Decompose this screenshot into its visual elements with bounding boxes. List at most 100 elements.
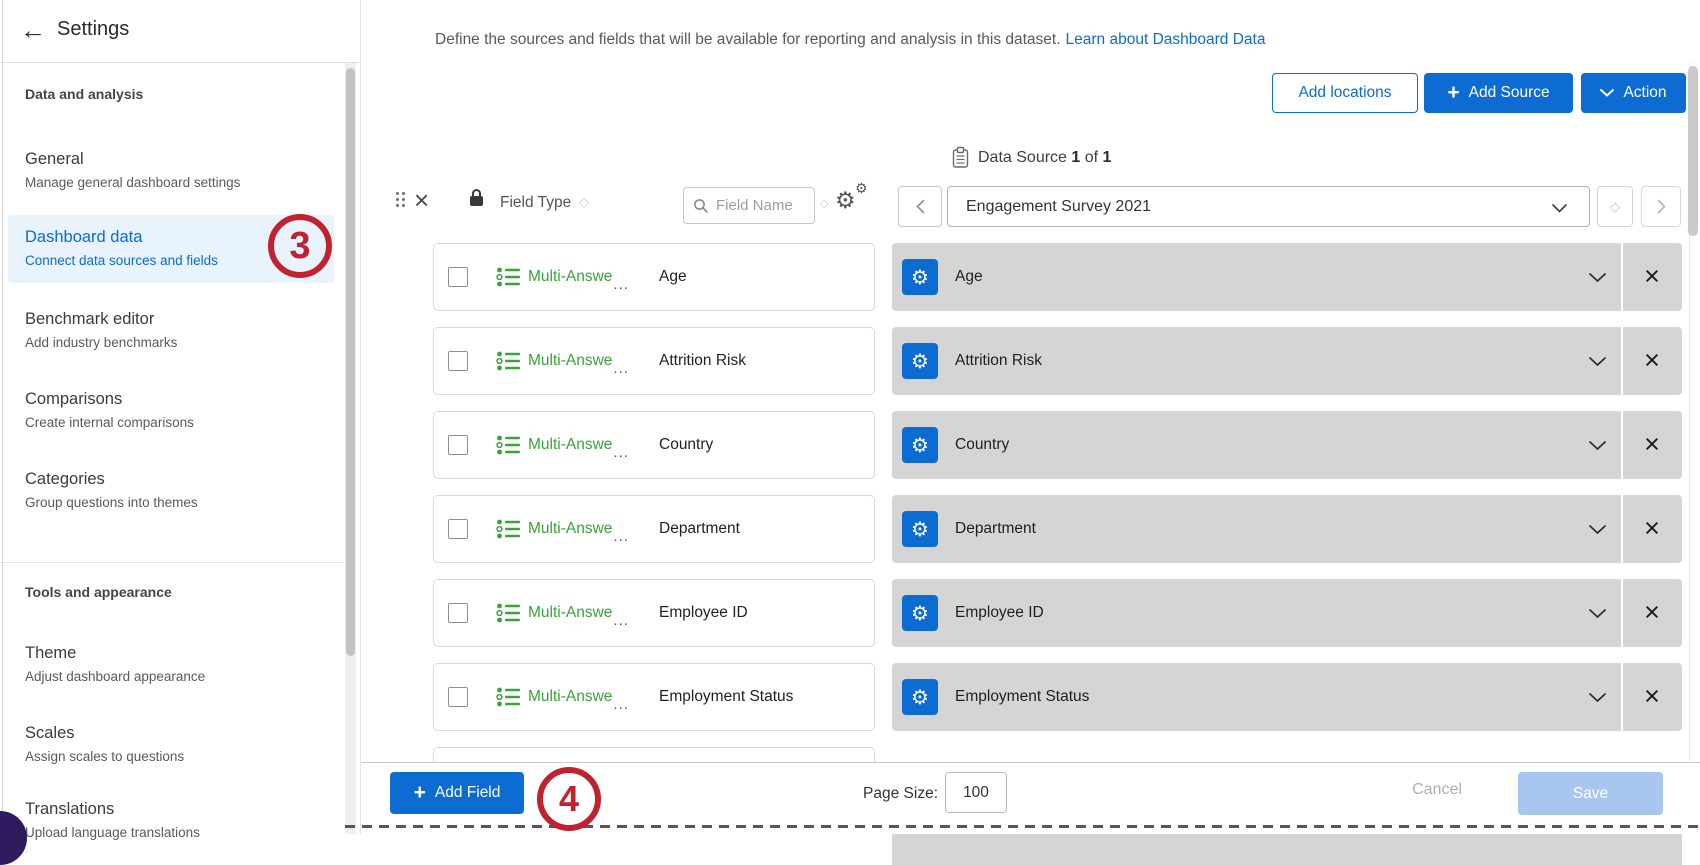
sidebar-item-translations[interactable]: Translations Upload language translation… <box>8 787 334 855</box>
bar-divider <box>1621 411 1623 479</box>
sidebar-item-categories[interactable]: Categories Group questions into themes <box>8 457 334 525</box>
multi-answer-icon <box>496 434 522 456</box>
sidebar-item-general[interactable]: General Manage general dashboard setting… <box>8 137 334 205</box>
multi-answer-icon <box>496 518 522 540</box>
add-field-label: Add Field <box>435 784 500 802</box>
field-gear-button[interactable]: ⚙ <box>902 679 938 715</box>
sort-field-name-icon[interactable]: ◇ <box>820 197 828 210</box>
field-checkbox[interactable] <box>448 435 468 455</box>
sidebar-item-label: Comparisons <box>25 390 122 409</box>
add-locations-button[interactable]: Add locations <box>1272 73 1418 113</box>
column-header-field-type[interactable]: Field Type <box>500 194 571 212</box>
field-gear-button[interactable]: ⚙ <box>902 427 938 463</box>
chevron-down-icon[interactable] <box>1589 441 1606 451</box>
field-row-card[interactable]: Multi-Answe ... Attrition Risk <box>433 327 875 395</box>
field-type-label: Multi-Answe <box>528 436 612 454</box>
field-row-card[interactable]: Multi-Answe ... Country <box>433 411 875 479</box>
previous-source-button[interactable] <box>898 186 942 227</box>
mapped-field-bar[interactable]: ⚙ Attrition Risk × <box>892 327 1682 395</box>
clear-selection-icon[interactable]: × <box>414 186 429 214</box>
remove-field-icon[interactable]: × <box>1640 345 1664 375</box>
field-row-card[interactable]: Multi-Answe ... Employment Status <box>433 663 875 731</box>
action-dropdown-button[interactable]: Action <box>1581 73 1686 113</box>
field-row-card[interactable]: Multi-Answe ... Department <box>433 495 875 563</box>
sidebar-item-label: Benchmark editor <box>25 310 154 329</box>
sidebar-item-comparisons[interactable]: Comparisons Create internal comparisons <box>8 377 334 445</box>
add-source-button[interactable]: + Add Source <box>1424 73 1573 113</box>
field-checkbox[interactable] <box>448 351 468 371</box>
remove-field-icon[interactable]: × <box>1640 261 1664 291</box>
chevron-down-icon[interactable] <box>1589 609 1606 619</box>
field-name-label: Employee ID <box>659 604 748 622</box>
sidebar-top-divider <box>0 62 360 63</box>
field-checkbox[interactable] <box>448 519 468 539</box>
save-button[interactable]: Save <box>1518 772 1663 815</box>
mapped-field-bar[interactable]: ⚙ Department × <box>892 495 1682 563</box>
learn-about-dashboard-data-link[interactable]: Learn about Dashboard Data <box>1066 31 1266 48</box>
field-gear-button[interactable]: ⚙ <box>902 511 938 547</box>
field-type-label: Multi-Answe <box>528 604 612 622</box>
sidebar-item-label: Translations <box>25 800 114 819</box>
next-source-button[interactable] <box>1641 186 1681 227</box>
sidebar-item-description: Add industry benchmarks <box>25 335 177 350</box>
clipboard-icon <box>951 146 970 169</box>
field-checkbox[interactable] <box>448 267 468 287</box>
annotation-step-4: 4 <box>537 767 601 831</box>
field-gear-button[interactable]: ⚙ <box>902 343 938 379</box>
sidebar-item-scales[interactable]: Scales Assign scales to questions <box>8 711 334 779</box>
mapped-field-bar[interactable]: ⚙ Employment Status × <box>892 663 1682 731</box>
mapped-field-bar[interactable]: ⚙ Country × <box>892 411 1682 479</box>
field-settings-gear-icon[interactable]: ⚙ <box>835 187 856 214</box>
field-type-ellipsis: ... <box>613 276 629 293</box>
annotation-step-3-number: 3 <box>289 225 310 268</box>
sidebar-item-description: Adjust dashboard appearance <box>25 669 205 684</box>
add-source-label: Add Source <box>1469 84 1550 102</box>
field-row-card[interactable]: Multi-Answe ... Employee ID <box>433 579 875 647</box>
field-name-label: Attrition Risk <box>659 352 746 370</box>
field-checkbox[interactable] <box>448 603 468 623</box>
chevron-left-icon <box>916 199 925 214</box>
remove-field-icon[interactable]: × <box>1640 429 1664 459</box>
cancel-button[interactable]: Cancel <box>1402 781 1472 799</box>
source-sort-button[interactable]: ◇ <box>1597 186 1633 227</box>
field-list-right-column: ⚙ Age × ⚙ Attrition Risk × ⚙ Country × ⚙… <box>892 243 1682 747</box>
mapped-field-bar-partial[interactable] <box>892 831 1682 865</box>
chevron-down-icon[interactable] <box>1589 525 1606 535</box>
main-scrollbar-thumb[interactable] <box>1688 66 1698 236</box>
remove-field-icon[interactable]: × <box>1640 513 1664 543</box>
section-heading-tools-and-appearance: Tools and appearance <box>25 584 305 600</box>
page-size-input[interactable] <box>945 772 1007 813</box>
add-field-button[interactable]: + Add Field <box>390 772 524 814</box>
chevron-down-icon[interactable] <box>1589 273 1606 283</box>
field-name-search-input[interactable] <box>716 188 812 223</box>
field-gear-button[interactable]: ⚙ <box>902 595 938 631</box>
data-source-counter: Data Source 1 of 1 <box>978 149 1111 167</box>
field-settings-gear-small-icon: ⚙ <box>855 180 868 197</box>
multi-answer-icon <box>496 266 522 288</box>
multi-answer-icon <box>496 350 522 372</box>
remove-field-icon[interactable]: × <box>1640 681 1664 711</box>
chevron-down-icon[interactable] <box>1589 357 1606 367</box>
field-row-card[interactable]: Multi-Answe ... Age <box>433 243 875 311</box>
plus-icon: + <box>414 784 426 802</box>
diamond-icon: ◇ <box>1610 199 1620 215</box>
field-checkbox[interactable] <box>448 687 468 707</box>
sort-field-type-icon[interactable]: ◇ <box>579 194 589 210</box>
mapped-field-bar[interactable]: ⚙ Employee ID × <box>892 579 1682 647</box>
field-type-label: Multi-Answe <box>528 520 612 538</box>
sidebar-item-benchmark-editor[interactable]: Benchmark editor Add industry benchmarks <box>8 297 334 365</box>
bar-divider <box>1621 663 1623 731</box>
back-arrow-icon[interactable]: ← <box>20 15 46 45</box>
mapped-field-name: Country <box>955 436 1009 454</box>
sidebar-item-description: Group questions into themes <box>25 495 198 510</box>
sidebar-item-theme[interactable]: Theme Adjust dashboard appearance <box>8 631 334 699</box>
remove-field-icon[interactable]: × <box>1640 597 1664 627</box>
drag-handle-icon[interactable] <box>396 192 399 195</box>
sidebar-item-label: Theme <box>25 644 76 663</box>
data-source-selected-value: Engagement Survey 2021 <box>966 198 1151 216</box>
mapped-field-bar[interactable]: ⚙ Age × <box>892 243 1682 311</box>
data-source-select[interactable]: Engagement Survey 2021 <box>947 186 1590 227</box>
sidebar-scrollbar-thumb[interactable] <box>346 68 355 656</box>
chevron-down-icon[interactable] <box>1589 693 1606 703</box>
field-gear-button[interactable]: ⚙ <box>902 259 938 295</box>
